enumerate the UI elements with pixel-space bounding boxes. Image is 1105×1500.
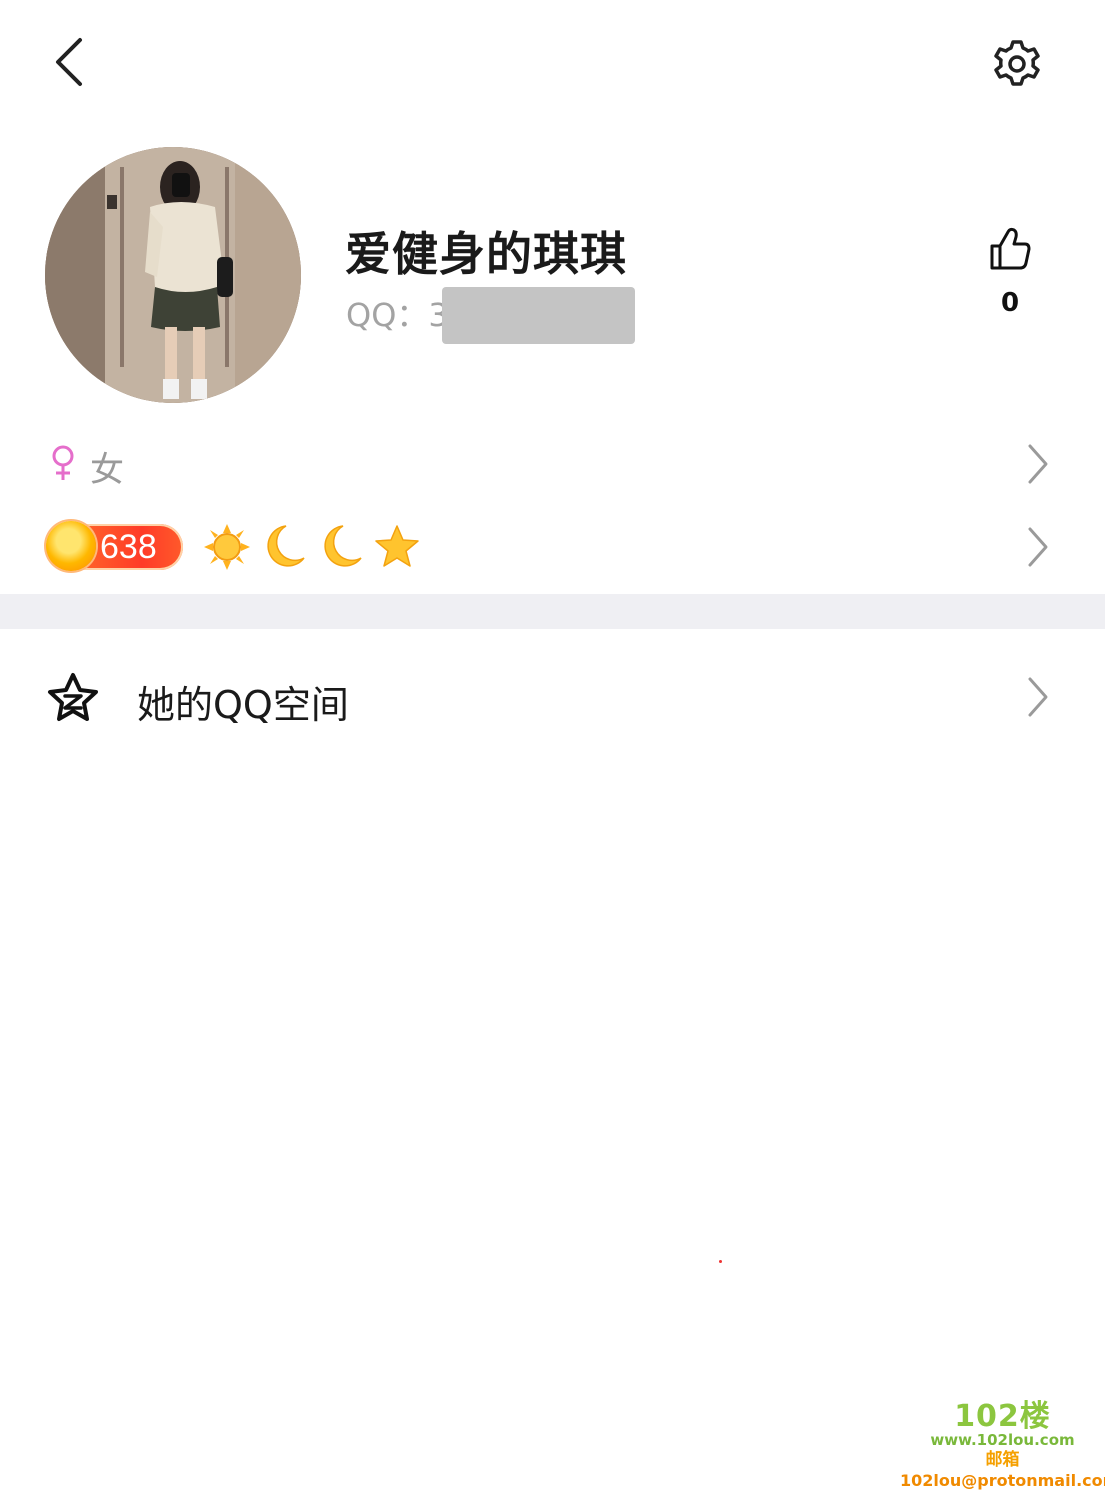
chevron-left-icon <box>56 38 82 86</box>
profile-name: 爱健身的琪琪 <box>345 227 627 281</box>
qzone-star-icon <box>48 673 98 721</box>
watermark-email: 102lou@protonmail.com <box>900 1471 1105 1490</box>
gear-icon <box>994 40 1040 86</box>
avatar[interactable] <box>45 147 301 403</box>
chevron-right-icon <box>1028 677 1048 717</box>
thumbs-up-icon <box>990 227 1031 270</box>
back-button[interactable] <box>40 34 96 90</box>
chevron-right-icon <box>1028 444 1048 484</box>
moon-icon <box>267 525 305 567</box>
section-divider <box>0 594 1105 629</box>
watermark: 102楼 www.102lou.com 邮箱 102lou@protonmail… <box>900 1399 1105 1491</box>
like-button[interactable]: 0 <box>980 226 1040 326</box>
watermark-url: www.102lou.com <box>930 1431 1075 1449</box>
level-value: 638 <box>100 528 157 566</box>
qq-label: QQ： <box>346 296 429 334</box>
sun-icon <box>204 524 250 570</box>
qq-number: QQ：3 <box>346 290 449 336</box>
qzone-label: 她的QQ空间 <box>137 683 349 727</box>
female-icon <box>52 445 74 480</box>
star-icon <box>375 525 419 567</box>
watermark-logo: 102楼 <box>954 1399 1051 1434</box>
like-count: 0 <box>1000 288 1020 318</box>
vip-coin-icon <box>46 521 96 571</box>
settings-button[interactable] <box>985 32 1049 96</box>
gender-row[interactable] <box>0 430 1105 500</box>
gender-label: 女 <box>90 450 124 490</box>
qq-redaction-mask <box>442 287 635 344</box>
chevron-right-icon <box>1028 527 1048 567</box>
red-dot <box>719 1260 722 1263</box>
watermark-mailbox: 邮箱 <box>985 1450 1020 1470</box>
moon-icon <box>324 525 362 567</box>
